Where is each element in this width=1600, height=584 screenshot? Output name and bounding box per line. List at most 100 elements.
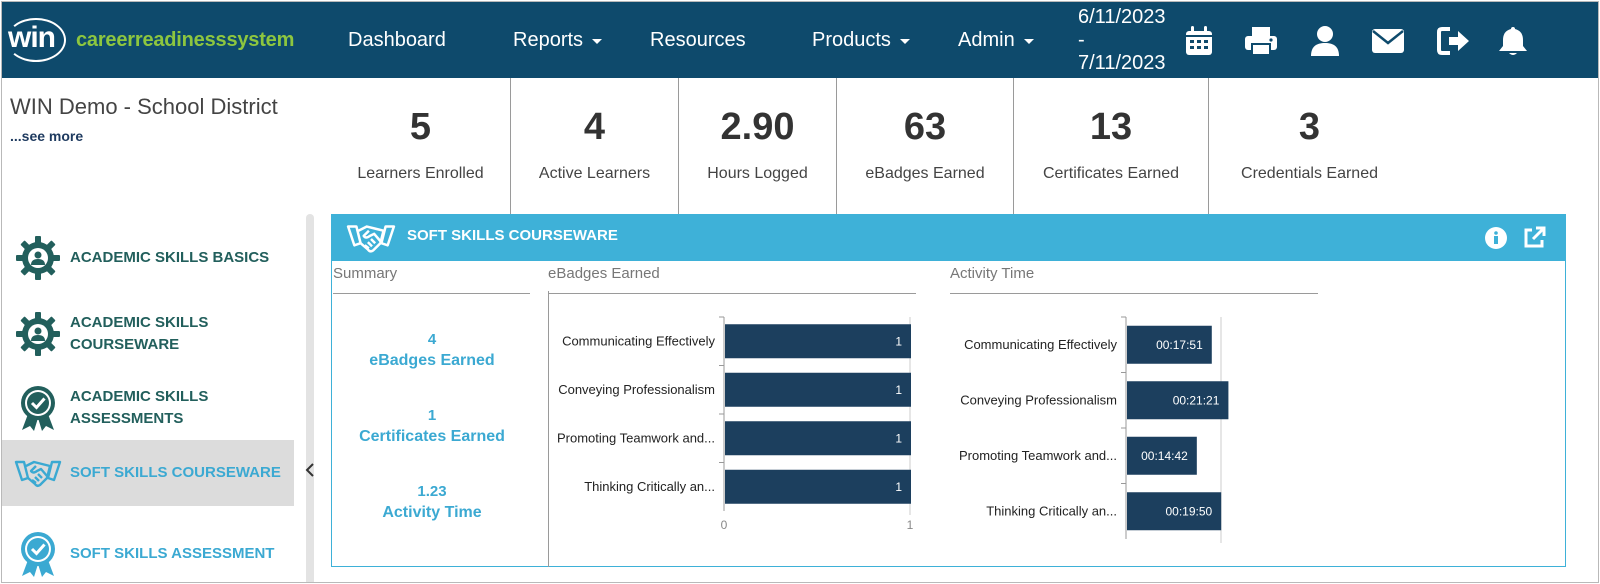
org-info: WIN Demo - School District ...see more [10,94,278,144]
logout-icon[interactable] [1437,24,1471,58]
stat-label: Active Learners [538,165,651,182]
sidebar-item-label: Soft Skills Courseware [70,464,281,481]
summary-value: 1 [427,407,437,424]
stat-ebadges-earned: 63 eBadges Earned [836,78,1013,214]
chevron-down-icon [592,39,603,44]
stat-label: Learners Enrolled [357,165,484,182]
summary-value: 1.23 [417,483,447,500]
activity-chart-title: Activity Time [950,265,1035,282]
mail-icon[interactable] [1371,24,1405,58]
category-label: Conveying Professionalism [558,382,715,397]
summary-activity-time: 1.23 Activity Time [332,483,532,522]
bar [725,372,911,407]
logo-product-name: careerreadinesssystem [76,28,295,51]
category-label: Thinking Critically an... [986,503,1117,518]
bar [725,324,911,359]
stat-credentials-earned: 3 Credentials Earned [1208,78,1410,214]
stat-value: 3 [1298,106,1321,148]
category-label: Conveying Professionalism [960,392,1117,407]
nav-products[interactable]: Products [812,29,910,52]
panel-title: SOFT SKILLS COURSEWARE [407,227,618,244]
summary-ebadges: 4 eBadges Earned [332,331,532,370]
summary-label: eBadges Earned [369,352,495,369]
summary-title: Summary [333,265,398,282]
nav-dashboard[interactable]: Dashboard [348,29,446,52]
stat-label: eBadges Earned [865,165,985,182]
see-more-link[interactable]: ...see more [10,128,278,144]
x-tick-label: 0 [721,518,728,532]
product-sidebar: Academic Skills Basics Academic Skills Co… [2,214,302,582]
award-badge-icon [14,384,62,432]
bar [725,421,911,456]
sidebar-item-academic-skills-courseware[interactable]: Academic Skills Courseware [2,308,294,360]
nav-resources[interactable]: Resources [650,29,746,52]
stat-learners-enrolled: 5 Learners Enrolled [331,78,510,214]
bar [725,469,911,504]
nav-reports[interactable]: Reports [513,29,603,52]
handshake-icon [346,220,396,261]
sidebar-item-soft-skills-courseware[interactable]: Soft Skills Courseware [2,440,294,506]
data-label: 00:14:42 [1141,449,1188,463]
sidebar-item-label: Academic Skills Courseware [70,314,209,353]
sidebar-item-soft-skills-assessment[interactable]: Soft Skills Assessment [2,528,294,580]
data-label: 1 [895,383,902,397]
activity-divider [950,293,1318,294]
external-link-icon[interactable] [1522,226,1546,250]
data-label: 00:19:50 [1165,504,1212,518]
stat-value: 63 [903,106,947,148]
sidebar-scrollbar[interactable] [306,214,314,582]
app-frame: win careerreadinesssystem Dashboard Repo… [1,1,1599,583]
summary-certificates: 1 Certificates Earned [332,407,532,446]
soft-skills-courseware-panel: SOFT SKILLS COURSEWARE Summary eBadges E… [331,214,1566,567]
stat-label: Credentials Earned [1241,165,1378,182]
data-label: 00:17:51 [1156,338,1203,352]
chevron-down-icon [1023,39,1034,44]
collapse-sidebar-button[interactable] [303,460,317,480]
sidebar-item-academic-skills-basics[interactable]: Academic Skills Basics [2,234,294,282]
data-label: 00:21:21 [1173,393,1220,407]
stat-value: 4 [583,106,606,148]
award-badge-icon [14,530,62,578]
ebadges-chart-title: eBadges Earned [548,265,660,282]
summary-divider [333,293,530,294]
handshake-icon [14,449,62,497]
stat-value: 13 [1089,106,1133,148]
date-separator: - [1078,29,1085,51]
summary-label: Activity Time [382,504,482,521]
ebadges-divider [548,293,916,294]
panel-header: SOFT SKILLS COURSEWARE [332,215,1565,261]
sidebar-item-label: Academic Skills Assessments [70,388,209,427]
summary-value: 4 [427,331,437,348]
stat-certificates-earned: 13 Certificates Earned [1013,78,1208,214]
user-icon[interactable] [1308,24,1342,58]
bell-icon[interactable] [1496,24,1530,58]
date-end: 7/11/2023 [1078,52,1166,74]
chevron-left-icon [305,463,314,477]
activity-time-bar-chart: Communicating Effectively 00:17:51 Conveyi… [959,316,1229,543]
category-label: Promoting Teamwork and... [557,430,715,445]
date-range[interactable]: 6/11/2023 - 7/11/2023 [1078,6,1188,75]
info-icon[interactable] [1484,226,1508,250]
top-navbar: win careerreadinesssystem Dashboard Repo… [2,2,1598,78]
stat-label: Hours Logged [707,165,808,182]
stat-value: 5 [409,106,432,148]
category-label: Communicating Effectively [562,333,715,348]
calendar-icon[interactable] [1182,24,1216,58]
sidebar-item-label: Academic Skills Basics [70,249,270,266]
stat-active-learners: 4 Active Learners [510,78,678,214]
sidebar-item-label: Soft Skills Assessment [70,545,275,562]
win-logo-mark: win [6,18,66,62]
print-icon[interactable] [1244,24,1278,58]
category-label: Promoting Teamwork and... [959,448,1117,463]
nav-admin[interactable]: Admin [958,29,1034,52]
stat-value: 2.90 [720,106,795,148]
data-label: 1 [895,334,902,348]
ebadges-bar-chart: Communicating Effectively 1 Conveying Prof… [557,316,914,532]
sidebar-item-academic-skills-assessments[interactable]: Academic Skills Assessments [2,382,294,434]
stat-hours-logged: 2.90 Hours Logged [678,78,836,214]
logo[interactable]: win careerreadinesssystem [6,16,294,64]
gear-person-icon [14,310,62,358]
stat-label: Certificates Earned [1042,165,1180,182]
category-label: Communicating Effectively [964,337,1117,352]
data-label: 1 [895,431,902,445]
